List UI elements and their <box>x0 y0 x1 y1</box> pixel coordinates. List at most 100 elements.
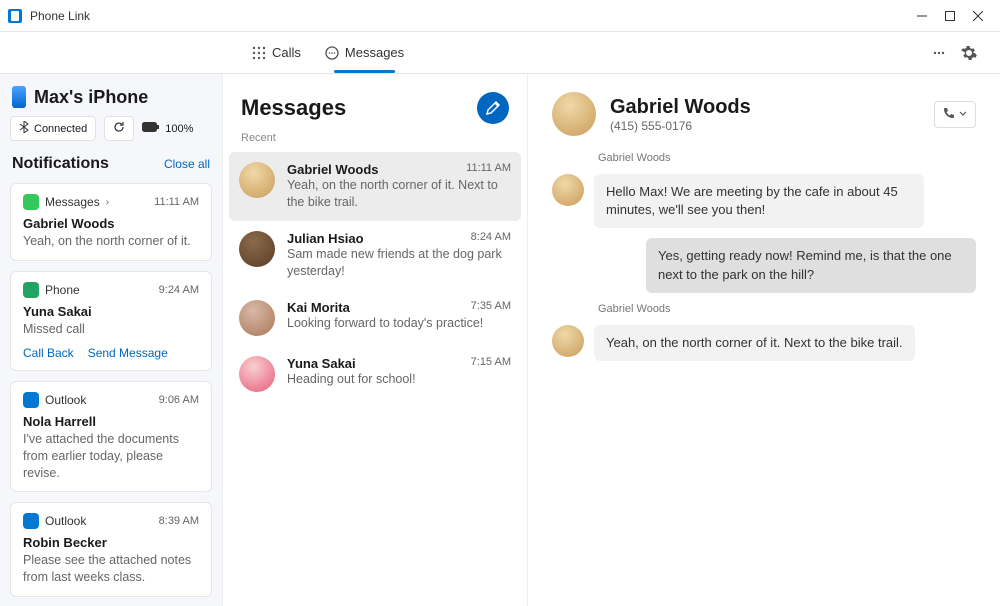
notification-time: 8:39 AM <box>159 515 199 527</box>
app-badge-icon <box>23 194 39 210</box>
notifications-heading: Notifications <box>12 155 109 173</box>
conversation-item[interactable]: Gabriel Woods 11:11 AMYeah, on the north … <box>229 152 521 221</box>
notification-app: Outlook <box>45 514 86 528</box>
chat-messages: Gabriel Woods Hello Max! We are meeting b… <box>552 152 976 361</box>
topbar: Calls Messages <box>0 32 1000 74</box>
chat-pane: Gabriel Woods (415) 555-0176 Gabriel Woo… <box>528 74 1000 606</box>
device-row[interactable]: Max's iPhone <box>12 86 212 108</box>
bluetooth-icon <box>19 121 29 136</box>
conversation-name: Yuna Sakai <box>287 356 356 371</box>
connection-status: Connected <box>34 123 87 135</box>
settings-button[interactable] <box>954 38 984 68</box>
phone-icon <box>12 86 26 108</box>
notification-body: Please see the attached notes from last … <box>23 552 199 586</box>
app-title: Phone Link <box>30 9 90 23</box>
app-badge-icon <box>23 282 39 298</box>
conversation-time: 7:15 AM <box>471 356 511 371</box>
notification-app: Messages <box>45 195 100 209</box>
close-button[interactable] <box>964 2 992 30</box>
message-row: Yeah, on the north corner of it. Next to… <box>552 325 976 361</box>
dialpad-icon <box>252 46 266 60</box>
device-name: Max's iPhone <box>34 87 148 108</box>
conversation-time: 7:35 AM <box>471 300 511 315</box>
messages-heading: Messages <box>241 95 346 121</box>
notification-title: Gabriel Woods <box>23 216 199 231</box>
battery-level: 100% <box>165 123 193 135</box>
more-button[interactable] <box>924 38 954 68</box>
notification-app: Phone <box>45 283 80 297</box>
conversation-pane: Messages Recent Gabriel Woods 11:11 AMYea… <box>222 74 528 606</box>
notification-time: 9:24 AM <box>159 284 199 296</box>
message-bubble: Yeah, on the north corner of it. Next to… <box>594 325 915 361</box>
conversation-name: Gabriel Woods <box>287 162 379 177</box>
phone-icon <box>943 107 955 122</box>
conversation-item[interactable]: Kai Morita 7:35 AMLooking forward to toda… <box>223 290 527 346</box>
notification-time: 9:06 AM <box>159 394 199 406</box>
conversation-preview: Heading out for school! <box>287 371 511 388</box>
notification-title: Nola Harrell <box>23 414 199 429</box>
notification-card[interactable]: Messages›11:11 AMGabriel WoodsYeah, on t… <box>10 183 212 261</box>
conversation-name: Kai Morita <box>287 300 350 315</box>
conversation-preview: Yeah, on the north corner of it. Next to… <box>287 177 511 211</box>
contact-header: Gabriel Woods (415) 555-0176 <box>552 92 976 136</box>
chevron-down-icon <box>959 107 967 121</box>
close-all-link[interactable]: Close all <box>164 157 210 171</box>
conversation-item[interactable]: Yuna Sakai 7:15 AMHeading out for school! <box>223 346 527 402</box>
message-row: Yes, getting ready now! Remind me, is th… <box>552 238 976 292</box>
notification-card[interactable]: Phone 9:24 AM Yuna Sakai Missed call Call Ba… <box>10 271 212 371</box>
contact-number: (415) 555-0176 <box>610 119 751 133</box>
maximize-button[interactable] <box>936 2 964 30</box>
notification-action[interactable]: Send Message <box>88 346 168 360</box>
compose-button[interactable] <box>477 92 509 124</box>
tab-calls[interactable]: Calls <box>240 32 313 73</box>
section-label: Recent <box>223 128 527 152</box>
refresh-icon <box>113 121 125 136</box>
message-bubble: Yes, getting ready now! Remind me, is th… <box>646 238 976 292</box>
avatar <box>239 162 275 198</box>
conversation-preview: Looking forward to today's practice! <box>287 315 511 332</box>
notification-app: Outlook <box>45 393 86 407</box>
notification-body: I've attached the documents from earlier… <box>23 431 199 482</box>
conversation-preview: Sam made new friends at the dog park yes… <box>287 246 511 280</box>
notification-card[interactable]: Outlook 9:06 AM Nola Harrell I've attached … <box>10 381 212 493</box>
tab-label: Calls <box>272 45 301 60</box>
refresh-button[interactable] <box>104 116 134 141</box>
tab-label: Messages <box>345 45 404 60</box>
chevron-right-icon: › <box>106 197 109 208</box>
message-row: Hello Max! We are meeting by the cafe in… <box>552 174 976 228</box>
minimize-button[interactable] <box>908 2 936 30</box>
conversation-item[interactable]: Julian Hsiao 8:24 AMSam made new friends … <box>223 221 527 290</box>
avatar <box>239 231 275 267</box>
notification-action[interactable]: Call Back <box>23 346 74 360</box>
battery-icon <box>142 122 160 135</box>
chat-icon <box>325 46 339 60</box>
status-row: Connected 100% <box>10 116 212 141</box>
notification-list: Messages›11:11 AMGabriel WoodsYeah, on t… <box>10 183 212 606</box>
call-button[interactable] <box>934 101 976 128</box>
conversation-name: Julian Hsiao <box>287 231 364 246</box>
titlebar: Phone Link <box>0 0 1000 32</box>
sidebar: Max's iPhone Connected 100% Notification… <box>0 74 222 606</box>
message-avatar <box>552 174 584 206</box>
contact-name: Gabriel Woods <box>610 96 751 119</box>
contact-avatar <box>552 92 596 136</box>
sender-label: Gabriel Woods <box>598 303 976 315</box>
message-bubble: Hello Max! We are meeting by the cafe in… <box>594 174 924 228</box>
tab-messages[interactable]: Messages <box>313 32 416 73</box>
notification-title: Yuna Sakai <box>23 304 199 319</box>
avatar <box>239 356 275 392</box>
notification-card[interactable]: Outlook 8:39 AM Robin Becker Please see the… <box>10 502 212 597</box>
notification-body: Yeah, on the north corner of it. <box>23 233 199 250</box>
notification-title: Robin Becker <box>23 535 199 550</box>
avatar <box>239 300 275 336</box>
message-avatar <box>552 325 584 357</box>
conversation-time: 8:24 AM <box>471 231 511 246</box>
app-badge-icon <box>23 392 39 408</box>
conversation-list: Gabriel Woods 11:11 AMYeah, on the north … <box>223 152 527 402</box>
connection-chip[interactable]: Connected <box>10 116 96 141</box>
sender-label: Gabriel Woods <box>598 152 976 164</box>
app-icon <box>8 9 22 23</box>
battery-chip: 100% <box>142 118 193 139</box>
conversation-time: 11:11 AM <box>466 162 511 177</box>
notification-body: Missed call <box>23 321 199 338</box>
